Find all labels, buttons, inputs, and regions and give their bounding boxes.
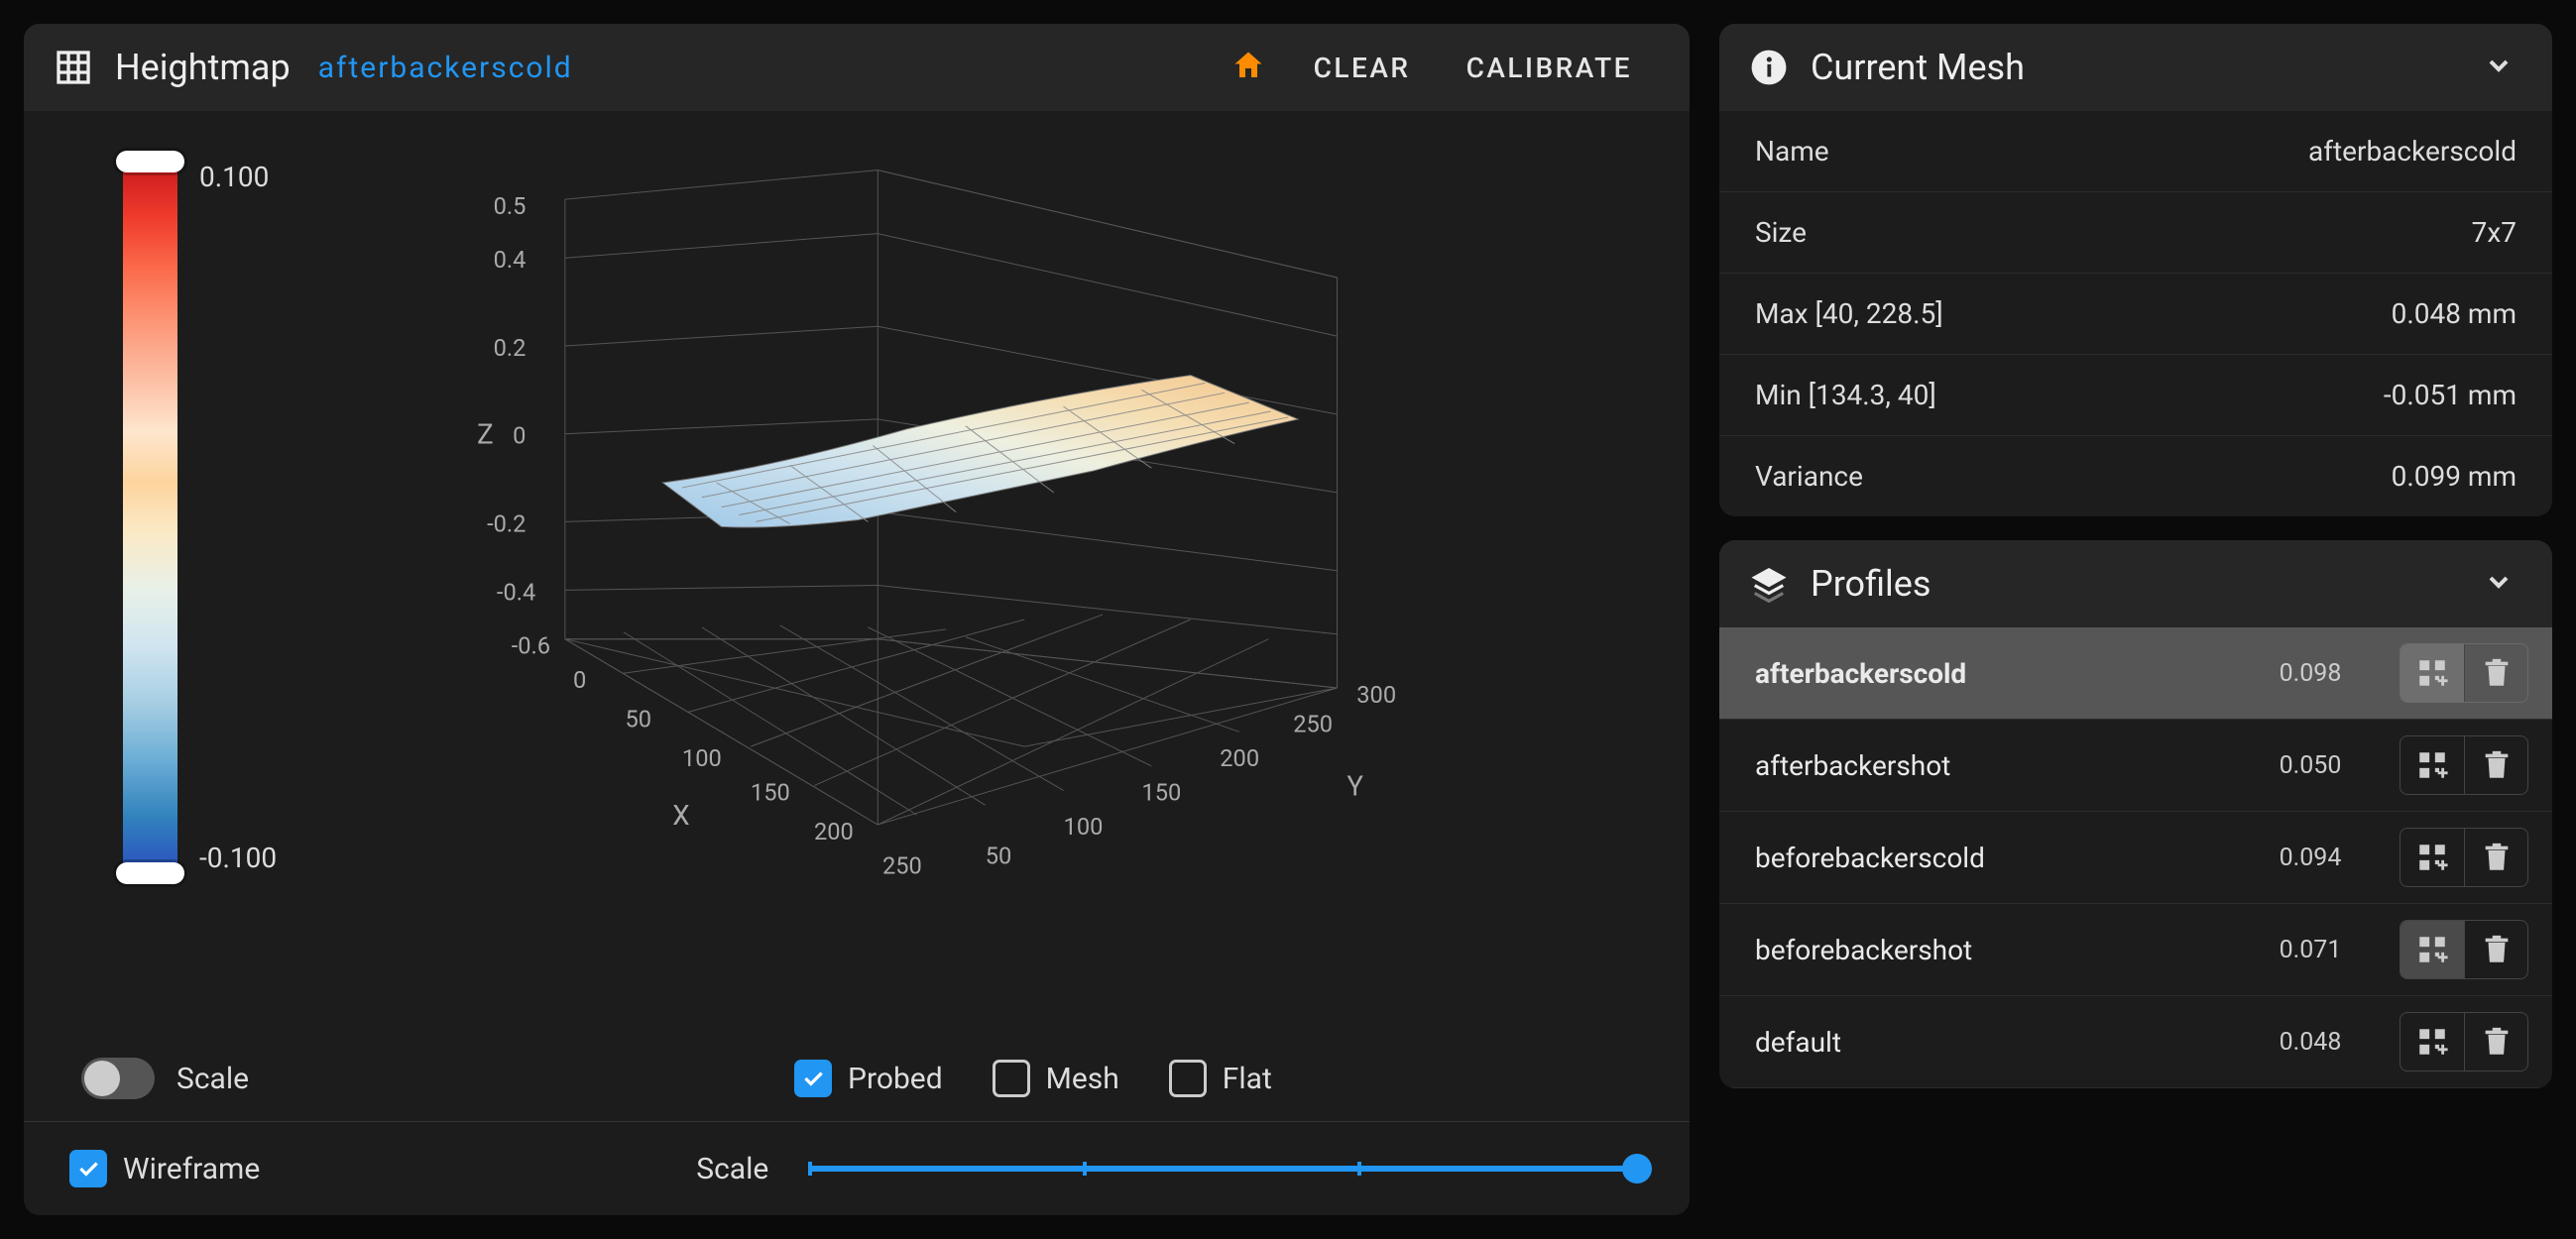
profile-delete-button[interactable] — [2464, 1013, 2527, 1070]
svg-text:0: 0 — [573, 666, 586, 694]
svg-text:-0.2: -0.2 — [487, 509, 526, 537]
flat-checkbox[interactable]: Flat — [1169, 1060, 1272, 1097]
grid-icon — [54, 48, 93, 87]
profiles-title: Profiles — [1811, 563, 1931, 605]
clear-button[interactable]: CLEAR — [1286, 40, 1439, 96]
profile-row-afterbackershot[interactable]: afterbackershot0.050 — [1719, 720, 2552, 812]
svg-text:250: 250 — [882, 851, 922, 879]
profile-load-button[interactable] — [2400, 644, 2464, 702]
color-scale-max: 0.100 — [199, 161, 277, 193]
scale-switch[interactable] — [81, 1058, 155, 1099]
scale-slider-label: Scale — [696, 1152, 768, 1186]
profile-load-button[interactable] — [2400, 1013, 2464, 1070]
profile-load-button[interactable] — [2400, 736, 2464, 794]
profile-delete-button[interactable] — [2464, 921, 2527, 978]
svg-text:100: 100 — [1064, 813, 1104, 841]
heightmap-3d-plot[interactable]: 0.5 0.4 0.2 0 -0.2 -0.4 -0.6 Z — [282, 141, 1650, 903]
calibrate-button[interactable]: CALIBRATE — [1439, 40, 1660, 96]
wireframe-checkbox[interactable]: Wireframe — [69, 1150, 260, 1187]
layers-icon — [1749, 564, 1789, 604]
svg-text:50: 50 — [986, 842, 1012, 869]
profile-name: afterbackerscold — [1755, 657, 2221, 690]
profile-row-beforebackershot[interactable]: beforebackershot0.071 — [1719, 904, 2552, 996]
collapse-current-mesh[interactable] — [2475, 42, 2522, 93]
profile-value: 0.050 — [2221, 751, 2400, 780]
mesh-size-row: Size 7x7 — [1719, 192, 2552, 274]
scale-slider[interactable] — [808, 1166, 1640, 1172]
profile-name: afterbackershot — [1755, 749, 2221, 782]
svg-text:100: 100 — [682, 744, 722, 772]
svg-text:250: 250 — [1293, 710, 1333, 737]
profile-value: 0.098 — [2221, 659, 2400, 688]
current-mesh-panel: Current Mesh Name afterbackerscold Size … — [1719, 24, 2552, 516]
svg-text:0.2: 0.2 — [494, 334, 527, 362]
profiles-panel: Profiles afterbackerscold0.098afterbacke… — [1719, 540, 2552, 1088]
svg-text:-0.4: -0.4 — [497, 578, 535, 606]
svg-text:300: 300 — [1356, 681, 1396, 709]
profile-name: beforebackerscold — [1755, 842, 2221, 874]
scale-switch-label: Scale — [176, 1062, 249, 1096]
mesh-checkbox[interactable]: Mesh — [993, 1060, 1119, 1097]
svg-text:-0.6: -0.6 — [512, 631, 550, 659]
mesh-min-row: Min [134.3, 40] -0.051 mm — [1719, 355, 2552, 436]
z-axis-label: Z — [477, 418, 494, 451]
profile-value: 0.071 — [2221, 936, 2400, 964]
profile-row-default[interactable]: default0.048 — [1719, 996, 2552, 1088]
heightmap-subtitle: afterbackerscold — [318, 51, 573, 85]
svg-text:0.5: 0.5 — [494, 192, 527, 220]
svg-text:0.4: 0.4 — [494, 246, 527, 274]
profile-row-afterbackerscold[interactable]: afterbackerscold0.098 — [1719, 627, 2552, 720]
profile-value: 0.094 — [2221, 844, 2400, 872]
profile-load-button[interactable] — [2400, 829, 2464, 886]
color-scale-bar — [113, 161, 187, 874]
profile-delete-button[interactable] — [2464, 736, 2527, 794]
profile-delete-button[interactable] — [2464, 644, 2527, 702]
heightmap-title: Heightmap — [115, 47, 291, 88]
current-mesh-title: Current Mesh — [1811, 47, 2025, 88]
heightmap-surface — [662, 376, 1298, 527]
y-axis-label: Y — [1347, 769, 1363, 802]
collapse-profiles[interactable] — [2475, 558, 2522, 610]
svg-text:200: 200 — [1220, 744, 1259, 772]
heightmap-header: Heightmap afterbackerscold CLEAR CALIBRA… — [24, 24, 1690, 111]
svg-text:200: 200 — [814, 818, 854, 845]
mesh-max-row: Max [40, 228.5] 0.048 mm — [1719, 274, 2552, 355]
heightmap-viz[interactable]: 0.100 -0.100 0.5 0.4 0.2 0 -0.2 -0.4 — [24, 111, 1690, 1046]
mesh-variance-row: Variance 0.099 mm — [1719, 436, 2552, 516]
svg-text:50: 50 — [625, 705, 651, 732]
profile-row-beforebackerscold[interactable]: beforebackerscold0.094 — [1719, 812, 2552, 904]
mesh-name-row: Name afterbackerscold — [1719, 111, 2552, 192]
profile-value: 0.048 — [2221, 1028, 2400, 1057]
svg-text:150: 150 — [1141, 778, 1181, 806]
home-button[interactable] — [1221, 38, 1276, 97]
svg-text:0: 0 — [513, 422, 526, 450]
probed-checkbox[interactable]: Probed — [794, 1060, 943, 1097]
profile-name: default — [1755, 1026, 2221, 1059]
info-icon — [1749, 48, 1789, 87]
color-scale-min: -0.100 — [199, 842, 277, 874]
profile-delete-button[interactable] — [2464, 829, 2527, 886]
x-axis-label: X — [672, 799, 689, 832]
profile-name: beforebackershot — [1755, 934, 2221, 966]
svg-text:150: 150 — [751, 778, 790, 806]
profile-load-button[interactable] — [2400, 921, 2464, 978]
